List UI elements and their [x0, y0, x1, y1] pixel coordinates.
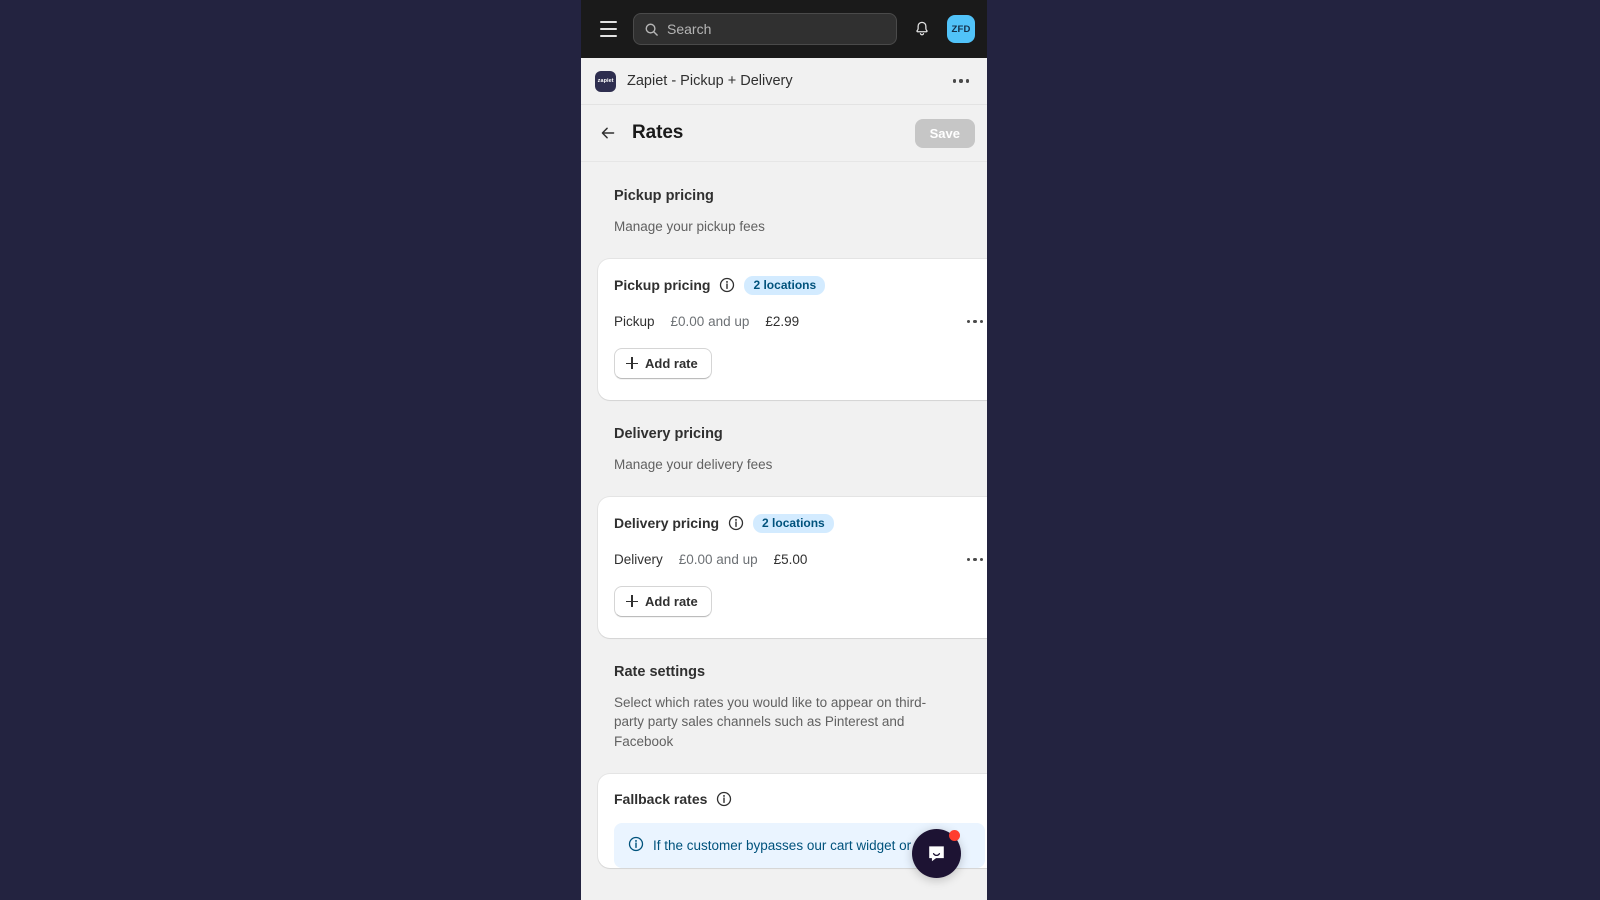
rate-condition: £0.00 and up	[670, 313, 750, 329]
intercom-launcher-button[interactable]	[912, 829, 961, 878]
rate-condition: £0.00 and up	[678, 551, 758, 567]
avatar-initials: ZFD	[951, 23, 971, 35]
search-placeholder-text: Search	[667, 21, 712, 37]
section-title: Rate settings	[614, 663, 706, 680]
rate-price: £2.99	[765, 313, 800, 329]
info-circle-icon[interactable]	[716, 791, 732, 807]
arrow-left-icon[interactable]	[597, 122, 619, 144]
card-delivery-pricing: Delivery pricing 2 locations Delivery £0…	[598, 496, 987, 638]
section-header-rate-settings: Rate settings Select which rates you wou…	[581, 638, 987, 774]
section-subtitle: Manage your delivery fees	[614, 456, 773, 472]
info-circle-icon[interactable]	[728, 515, 744, 531]
app-viewport: Search ZFD zapiet Zapiet - Pickup + Deli…	[581, 0, 987, 900]
card-title: Fallback rates	[614, 790, 708, 807]
hamburger-bar	[599, 28, 617, 30]
hamburger-bar	[599, 34, 617, 37]
page-header: Rates Save	[581, 105, 987, 162]
rate-more-menu-ellipsis-icon[interactable]	[965, 552, 985, 567]
section-subtitle: Manage your pickup fees	[614, 219, 765, 234]
app-more-menu-ellipsis-icon[interactable]	[951, 73, 971, 88]
section-title: Delivery pricing	[614, 425, 723, 442]
hamburger-bar	[599, 21, 617, 24]
banner-text: If the customer bypasses our cart widget…	[653, 837, 912, 853]
locations-badge: 2 locations	[753, 513, 834, 533]
card-header: Delivery pricing 2 locations	[598, 513, 987, 533]
rate-price: £5.00	[773, 551, 808, 567]
page-title: Rates	[632, 122, 684, 143]
desktop-backdrop: Search ZFD zapiet Zapiet - Pickup + Deli…	[0, 0, 1600, 900]
add-rate-button[interactable]: Add rate	[614, 585, 712, 617]
rate-name: Pickup	[614, 313, 655, 329]
rate-row[interactable]: Pickup £0.00 and up £2.99	[598, 295, 987, 329]
add-rate-wrapper: Add rate	[598, 567, 987, 638]
section-header-delivery-pricing: Delivery pricing Manage your delivery fe…	[581, 400, 987, 497]
plus-icon	[626, 357, 638, 370]
zapiet-logo-text: zapiet	[597, 77, 614, 85]
info-circle-icon[interactable]	[719, 277, 735, 293]
plus-icon	[626, 595, 638, 608]
zapiet-logo-icon: zapiet	[595, 70, 616, 92]
chat-bubble-icon	[929, 846, 944, 862]
add-rate-label: Add rate	[645, 355, 698, 371]
rate-row[interactable]: Delivery £0.00 and up £5.00	[598, 533, 987, 567]
bell-icon[interactable]	[907, 14, 937, 44]
hamburger-menu-icon[interactable]	[593, 14, 623, 44]
add-rate-label: Add rate	[645, 593, 698, 609]
page-content[interactable]: Pickup pricing Manage your pickup fees P…	[581, 162, 987, 900]
add-rate-wrapper: Add rate	[598, 329, 987, 400]
rate-name: Delivery	[614, 551, 663, 567]
search-icon	[644, 22, 659, 37]
unread-notification-dot	[949, 830, 960, 841]
search-input[interactable]: Search	[633, 13, 897, 45]
add-rate-button[interactable]: Add rate	[614, 347, 712, 379]
app-title-bar: zapiet Zapiet - Pickup + Delivery	[581, 58, 987, 105]
section-header-pickup-pricing: Pickup pricing Manage your pickup fees	[581, 162, 987, 259]
locations-badge: 2 locations	[744, 275, 826, 295]
app-name-label: Zapiet - Pickup + Delivery	[627, 73, 793, 89]
card-header: Pickup pricing 2 locations	[598, 275, 987, 295]
section-subtitle: Select which rates you would like to app…	[614, 694, 927, 750]
save-button[interactable]: Save	[914, 118, 975, 148]
card-pickup-pricing: Pickup pricing 2 locations Pickup £0.00 …	[598, 258, 987, 400]
card-title: Pickup pricing	[614, 277, 711, 294]
card-header: Fallback rates	[598, 791, 987, 807]
card-title: Delivery pricing	[614, 515, 720, 532]
section-title: Pickup pricing	[614, 188, 714, 204]
info-circle-icon	[628, 836, 644, 852]
avatar[interactable]: ZFD	[947, 15, 975, 43]
shopify-top-bar: Search ZFD	[581, 0, 987, 58]
rate-more-menu-ellipsis-icon[interactable]	[965, 314, 985, 329]
